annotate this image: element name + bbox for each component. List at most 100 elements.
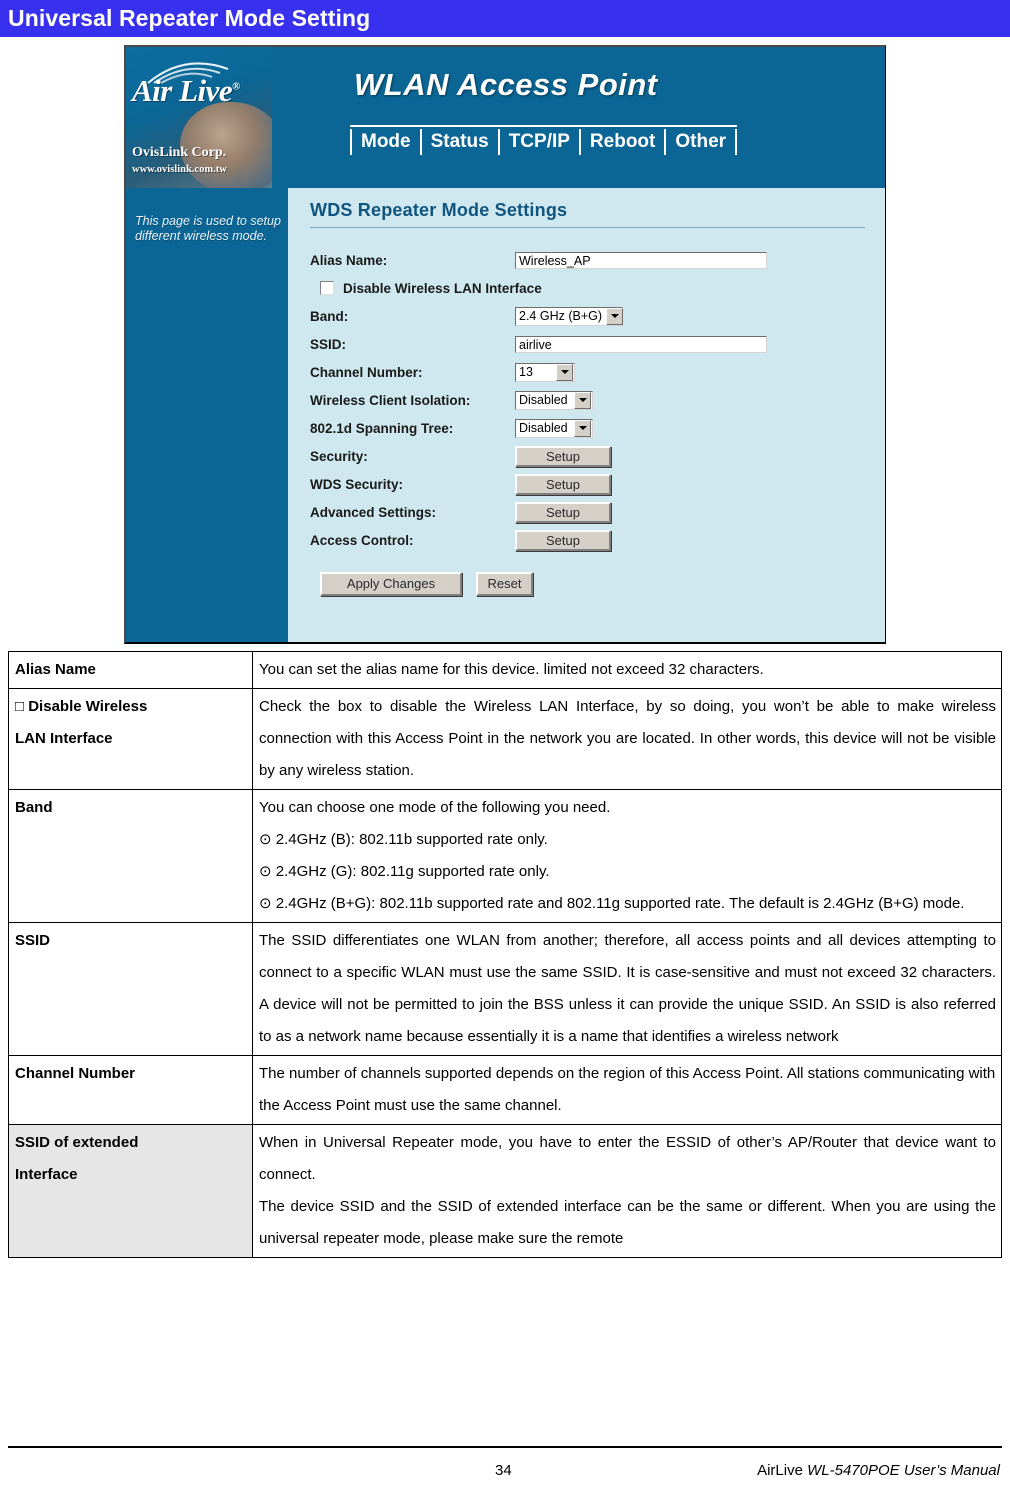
- band-select[interactable]: 2.4 GHz (B+G): [515, 306, 624, 326]
- key-line: □ Disable Wireless: [15, 698, 148, 715]
- product-title: WLAN Access Point: [354, 67, 658, 102]
- ssid-input[interactable]: airlive: [515, 335, 767, 353]
- table-row: SSID The SSID differentiates one WLAN fr…: [8, 922, 1002, 1056]
- row-key-disable-wireless-lan-interface: □ Disable Wireless LAN Interface: [8, 688, 253, 790]
- key-line: Band: [15, 799, 53, 816]
- value-line: ⊙ 2.4GHz (B+G): 802.11b supported rate a…: [259, 895, 965, 912]
- page-title-banner: Universal Repeater Mode Setting: [0, 0, 1010, 37]
- key-line: SSID of extended: [15, 1134, 139, 1151]
- key-line: Alias Name: [15, 661, 96, 678]
- nav-item-tcpip[interactable]: TCP/IP: [500, 129, 581, 155]
- registered-mark: ®: [232, 80, 240, 93]
- client-isolation-select[interactable]: Disabled: [515, 390, 593, 410]
- client-isolation-selected-value: Disabled: [519, 392, 568, 407]
- key-line: Interface: [15, 1166, 78, 1183]
- channel-number-label: Channel Number:: [310, 364, 423, 380]
- apply-changes-button[interactable]: Apply Changes: [320, 572, 462, 596]
- security-label: Security:: [310, 448, 368, 464]
- row-value-channel-number: The number of channels supported depends…: [252, 1055, 1002, 1125]
- value-line: The device SSID and the SSID of extended…: [259, 1198, 996, 1247]
- row-key-ssid: SSID: [8, 922, 253, 1056]
- field-row-access-control: Access Control: Setup: [310, 526, 885, 554]
- table-row: Alias Name You can set the alias name fo…: [8, 651, 1002, 689]
- field-row-advanced-settings: Advanced Settings: Setup: [310, 498, 885, 526]
- table-row: SSID of extended Interface When in Unive…: [8, 1124, 1002, 1258]
- page-title: Universal Repeater Mode Setting: [8, 5, 371, 31]
- nav-item-mode[interactable]: Mode: [350, 129, 422, 155]
- router-sidebar: This page is used to setup different wir…: [126, 188, 288, 642]
- row-key-channel-number: Channel Number: [8, 1055, 253, 1125]
- airlive-logo-block: Air Live® OvisLink Corp. www.ovislink.co…: [126, 47, 272, 188]
- wds-security-label: WDS Security:: [310, 476, 404, 492]
- chevron-down-icon[interactable]: [574, 391, 591, 409]
- channel-number-select[interactable]: 13: [515, 362, 575, 382]
- table-row: Band You can choose one mode of the foll…: [8, 789, 1002, 923]
- router-nav-bar: Mode Status TCP/IP Reboot Other: [350, 125, 738, 155]
- band-label: Band:: [310, 308, 349, 324]
- field-row-alias-name: Alias Name: Wireless_AP: [310, 246, 885, 274]
- field-row-disable-wlan[interactable]: Disable Wireless LAN Interface: [310, 274, 885, 302]
- field-row-spanning-tree: 802.1d Spanning Tree: Disabled: [310, 414, 885, 442]
- manual-reference: AirLive WL-5470POE User’s Manual: [757, 1462, 1000, 1479]
- settings-description-table: Alias Name You can set the alias name fo…: [8, 651, 1002, 1258]
- value-line: ⊙ 2.4GHz (G): 802.11g supported rate onl…: [259, 863, 550, 880]
- router-body: This page is used to setup different wir…: [126, 188, 885, 642]
- reset-button[interactable]: Reset: [476, 572, 533, 596]
- advanced-settings-label: Advanced Settings:: [310, 504, 437, 520]
- chevron-down-icon[interactable]: [574, 419, 591, 437]
- field-row-ssid: SSID: airlive: [310, 330, 885, 358]
- band-selected-value: 2.4 GHz (B+G): [519, 308, 603, 323]
- value-line: You can choose one mode of the following…: [259, 799, 611, 816]
- field-row-client-isolation: Wireless Client Isolation: Disabled: [310, 386, 885, 414]
- settings-form: Alias Name: Wireless_AP Disable Wireless…: [288, 228, 885, 596]
- table-row: □ Disable Wireless LAN Interface Check t…: [8, 688, 1002, 790]
- row-key-band: Band: [8, 789, 253, 923]
- spanning-tree-label: 802.1d Spanning Tree:: [310, 420, 454, 436]
- manual-title: WL-5470POE User’s Manual: [807, 1462, 1000, 1479]
- row-key-ssid-of-extended-interface: SSID of extended Interface: [8, 1124, 253, 1258]
- advanced-settings-setup-button[interactable]: Setup: [515, 501, 611, 523]
- nav-item-reboot[interactable]: Reboot: [581, 129, 667, 155]
- value-line: ⊙ 2.4GHz (B): 802.11b supported rate onl…: [259, 831, 548, 848]
- client-isolation-label: Wireless Client Isolation:: [310, 392, 471, 408]
- nav-item-other[interactable]: Other: [666, 129, 738, 155]
- router-header: Air Live® OvisLink Corp. www.ovislink.co…: [126, 47, 885, 188]
- disable-wlan-label: Disable Wireless LAN Interface: [343, 280, 542, 296]
- footer-divider: [8, 1446, 1002, 1448]
- brand-name: Air Live: [132, 73, 233, 108]
- value-line: When in Universal Repeater mode, you hav…: [259, 1134, 996, 1183]
- row-value-alias-name: You can set the alias name for this devi…: [252, 651, 1002, 689]
- channel-selected-value: 13: [519, 364, 533, 379]
- row-value-ssid: The SSID differentiates one WLAN from an…: [252, 922, 1002, 1056]
- panel-title: WDS Repeater Mode Settings: [310, 200, 568, 220]
- disable-wlan-checkbox[interactable]: [320, 281, 334, 295]
- company-url: www.ovislink.com.tw: [132, 164, 227, 175]
- spanning-tree-select[interactable]: Disabled: [515, 418, 593, 438]
- key-line: SSID: [15, 932, 51, 949]
- access-control-setup-button[interactable]: Setup: [515, 529, 611, 551]
- field-row-band: Band: 2.4 GHz (B+G): [310, 302, 885, 330]
- row-key-alias-name: Alias Name: [8, 651, 253, 689]
- key-line: LAN Interface: [15, 730, 113, 747]
- manual-prefix: AirLive: [757, 1462, 808, 1479]
- row-value-ssid-of-extended-interface: When in Universal Repeater mode, you hav…: [252, 1124, 1002, 1258]
- table-body: Alias Name You can set the alias name fo…: [8, 651, 1002, 1258]
- field-row-channel-number: Channel Number: 13: [310, 358, 885, 386]
- ssid-label: SSID:: [310, 336, 347, 352]
- router-ui-screenshot: Air Live® OvisLink Corp. www.ovislink.co…: [124, 45, 886, 644]
- value-line: Check the box to disable the Wireless LA…: [259, 698, 996, 779]
- spanning-tree-selected-value: Disabled: [519, 420, 568, 435]
- alias-name-input[interactable]: Wireless_AP: [515, 251, 767, 269]
- row-value-band: You can choose one mode of the following…: [252, 789, 1002, 923]
- chevron-down-icon[interactable]: [606, 307, 624, 325]
- row-value-disable-wireless-lan-interface: Check the box to disable the Wireless LA…: [252, 688, 1002, 790]
- chevron-down-icon[interactable]: [556, 363, 573, 381]
- alias-name-label: Alias Name:: [310, 252, 388, 268]
- key-line: Channel Number: [15, 1065, 136, 1082]
- field-row-wds-security: WDS Security: Setup: [310, 470, 885, 498]
- nav-item-status[interactable]: Status: [422, 129, 500, 155]
- security-setup-button[interactable]: Setup: [515, 445, 611, 467]
- form-actions: Apply Changes Reset: [310, 554, 885, 596]
- value-line: The SSID differentiates one WLAN from an…: [259, 932, 996, 1045]
- wds-security-setup-button[interactable]: Setup: [515, 473, 611, 495]
